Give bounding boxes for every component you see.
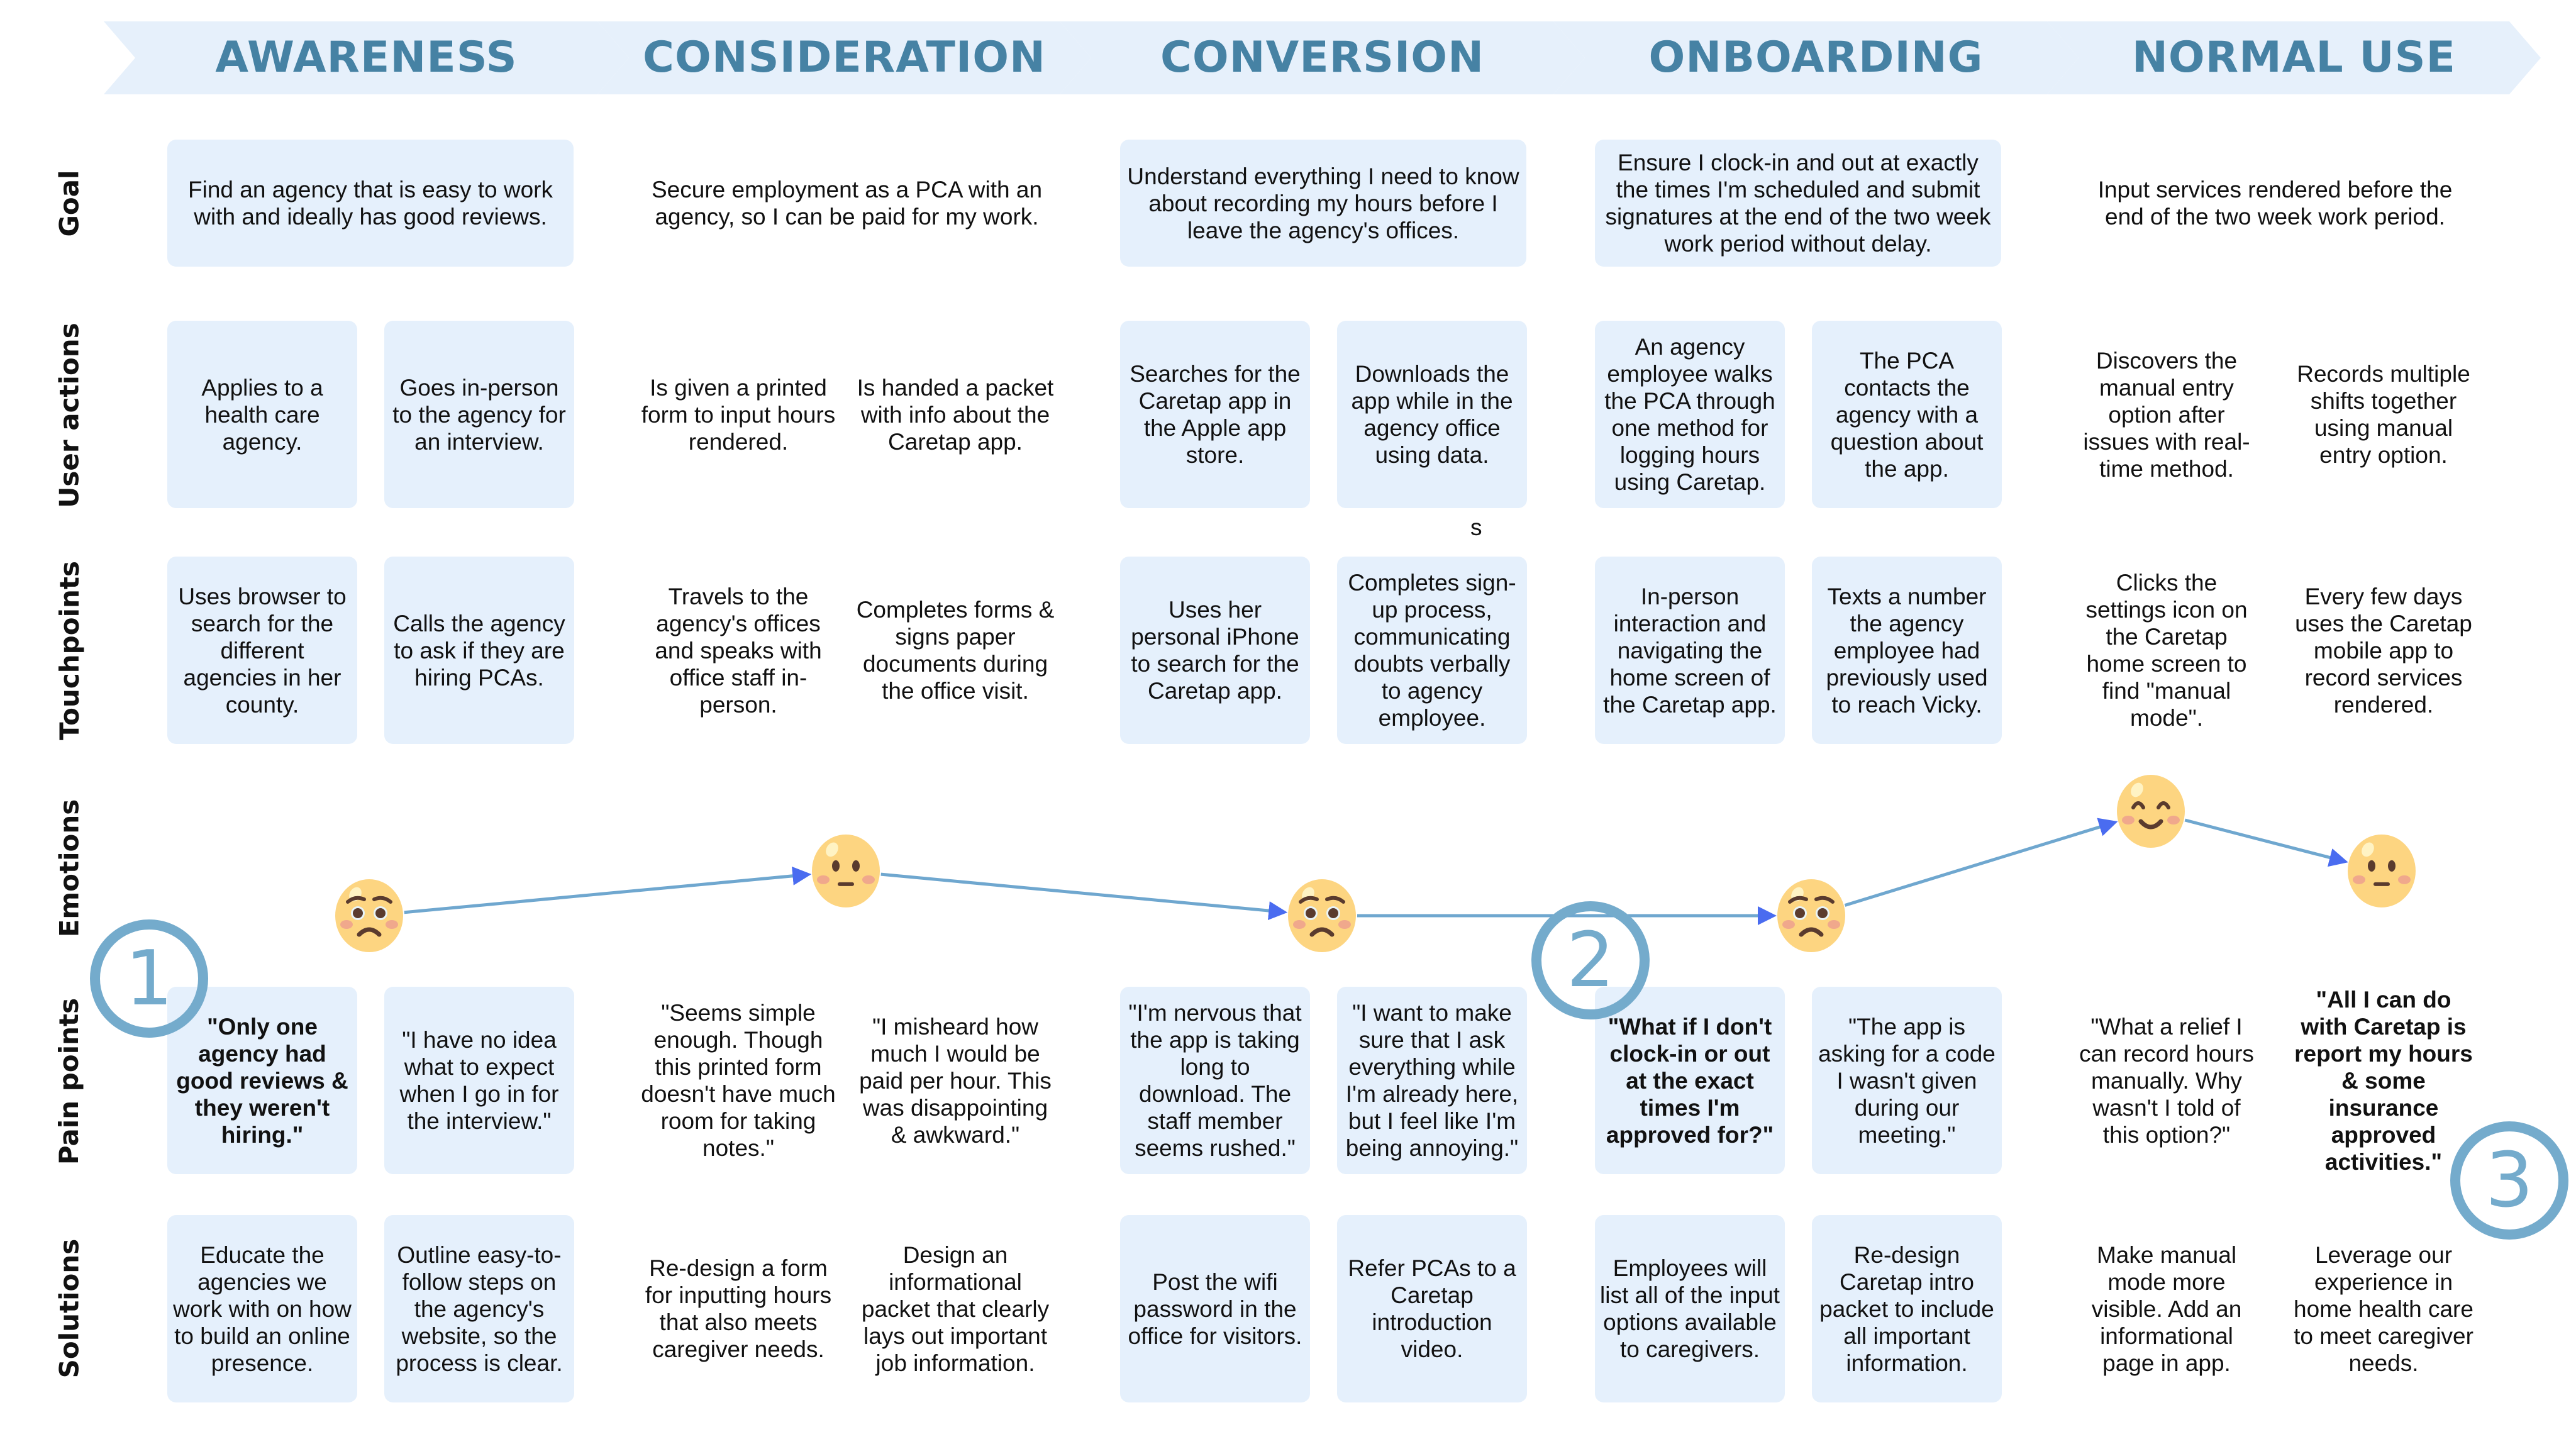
- emotion-connector-arrow: [880, 872, 1288, 920]
- emotion-curve: [335, 775, 2416, 952]
- worried-face-icon: [1777, 879, 1845, 952]
- badge-3: 3: [2450, 1121, 2568, 1240]
- worried-face-icon: [335, 879, 403, 952]
- happy-face-icon: [2117, 775, 2185, 848]
- badge-1: 1: [90, 919, 208, 1038]
- emotion-connector-arrow: [1844, 818, 2118, 907]
- badge-2: 2: [1531, 901, 1650, 1019]
- emotion-connector-arrow: [404, 866, 812, 914]
- emotion-connector-arrow: [2184, 818, 2348, 867]
- neutral-face-icon: [2348, 834, 2416, 908]
- neutral-face-icon: [812, 834, 880, 908]
- worried-face-icon: [1288, 879, 1356, 952]
